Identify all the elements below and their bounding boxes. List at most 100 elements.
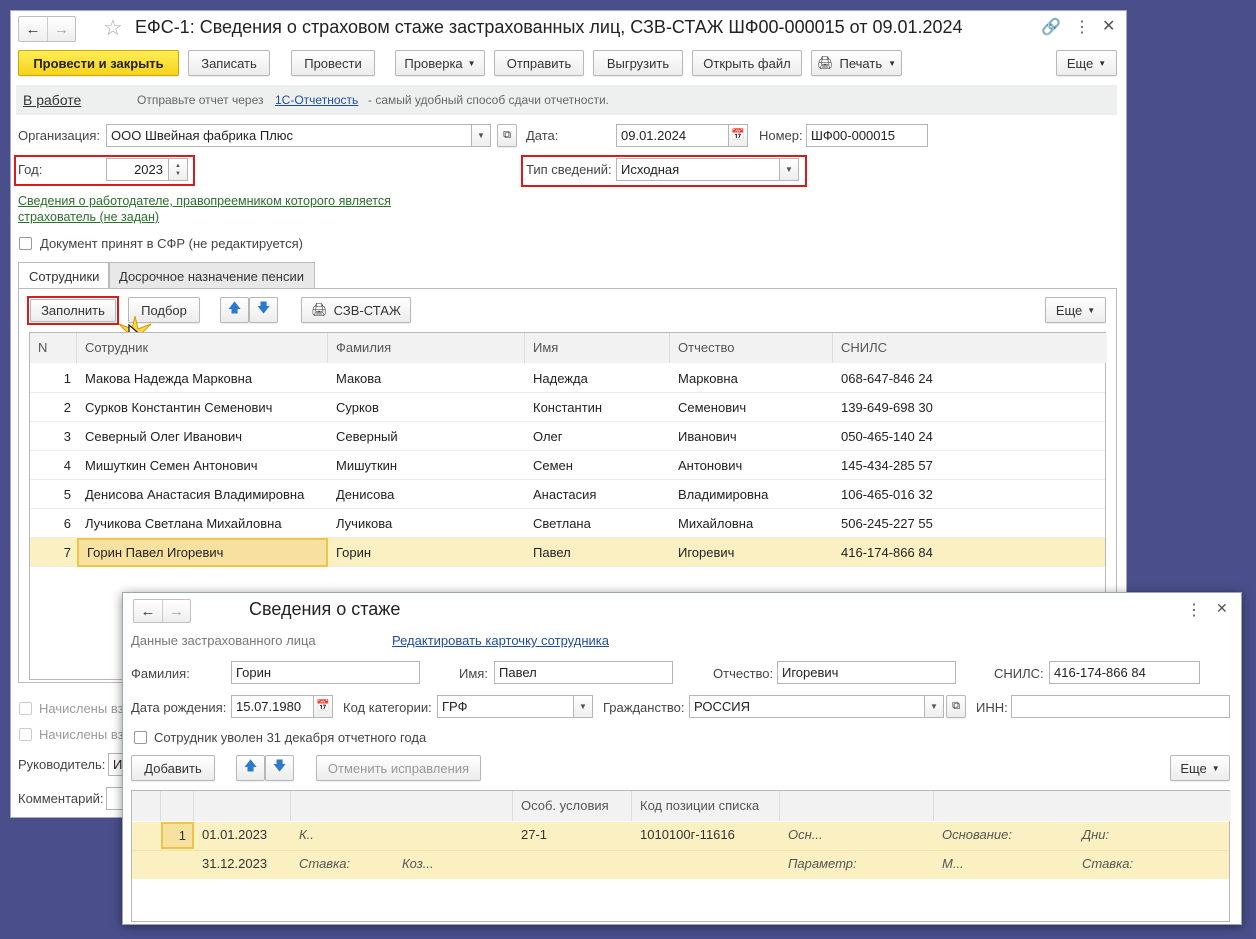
cancel-fixes-button[interactable]: Отменить исправления bbox=[316, 755, 481, 781]
dropdown-arrow-icon[interactable]: ▼ bbox=[924, 696, 943, 717]
org-field[interactable]: ООО Швейная фабрика Плюс ▼ bbox=[106, 124, 491, 147]
col-lastname[interactable]: Фамилия bbox=[328, 333, 525, 363]
row-n[interactable]: 5 bbox=[30, 480, 77, 509]
favorite-star-icon[interactable]: ☆ bbox=[103, 15, 123, 41]
row-firstname[interactable]: Константин bbox=[525, 393, 670, 422]
dropdown-arrow-icon[interactable]: ▼ bbox=[573, 696, 592, 717]
period-row-num[interactable]: 1 bbox=[161, 822, 194, 849]
dialog-more-button[interactable]: Еще ▼ bbox=[1170, 755, 1230, 781]
table-row[interactable]: 5 Денисова Анастасия Владимировна Денисова… bbox=[30, 480, 1105, 509]
close-icon[interactable]: ✕ bbox=[1216, 600, 1228, 617]
row-n[interactable]: 4 bbox=[30, 451, 77, 480]
open-org-icon[interactable]: ⧉ bbox=[497, 124, 517, 147]
more-button[interactable]: Еще ▼ bbox=[1056, 50, 1117, 76]
row-snils[interactable]: 050-465-140 24 bbox=[833, 422, 1107, 451]
row-n[interactable]: 2 bbox=[30, 393, 77, 422]
col-extra[interactable] bbox=[934, 791, 1231, 821]
date-field[interactable]: 09.01.2024 📅 bbox=[616, 124, 748, 147]
snils-field[interactable]: 416-174-866 84 bbox=[1049, 661, 1200, 684]
row-middlename[interactable]: Антонович bbox=[670, 451, 833, 480]
table-row[interactable]: 3 Северный Олег Иванович Северный Олег Ивано… bbox=[30, 422, 1105, 451]
row-lastname[interactable]: Мишуткин bbox=[328, 451, 525, 480]
fill-button[interactable]: Заполнить bbox=[30, 299, 116, 322]
row-snils[interactable]: 145-434-285 57 bbox=[833, 451, 1107, 480]
col-employee[interactable]: Сотрудник bbox=[77, 333, 328, 363]
calendar-icon[interactable]: 📅 bbox=[728, 125, 747, 146]
row-middlename[interactable]: Владимировна bbox=[670, 480, 833, 509]
category-select[interactable]: ГРФ ▼ bbox=[437, 695, 593, 718]
birthdate-field[interactable]: 15.07.1980 📅 bbox=[231, 695, 333, 718]
accepted-checkbox[interactable] bbox=[19, 237, 32, 250]
row-firstname[interactable]: Олег bbox=[525, 422, 670, 451]
territory-code[interactable]: К.. bbox=[299, 827, 314, 842]
tab-employees[interactable]: Сотрудники bbox=[18, 262, 109, 289]
row-middlename[interactable]: Семенович bbox=[670, 393, 833, 422]
col-position-code[interactable]: Код позиции списка bbox=[632, 791, 780, 821]
check-button[interactable]: Проверка ▼ bbox=[395, 50, 485, 76]
row-lastname[interactable]: Северный bbox=[328, 422, 525, 451]
tab-early-pension[interactable]: Досрочное назначение пенсии bbox=[109, 262, 315, 289]
firstname-field[interactable]: Павел bbox=[494, 661, 673, 684]
col-middlename[interactable]: Отчество bbox=[670, 333, 833, 363]
period-end[interactable]: 31.12.2023 bbox=[202, 856, 267, 871]
row-middlename[interactable]: Михайловна bbox=[670, 509, 833, 538]
row-n[interactable]: 3 bbox=[30, 422, 77, 451]
forward-icon[interactable]: → bbox=[162, 600, 190, 622]
row-snils[interactable]: 416-174-866 84 bbox=[833, 538, 1107, 567]
row-snils[interactable]: 506-245-227 55 bbox=[833, 509, 1107, 538]
col-conditions[interactable]: Особ. условия bbox=[513, 791, 632, 821]
col-marker[interactable] bbox=[132, 791, 161, 821]
row-middlename[interactable]: Марковна bbox=[670, 364, 833, 393]
move-down-icon[interactable]: 🡇 bbox=[249, 297, 278, 323]
row-n[interactable]: 6 bbox=[30, 509, 77, 538]
accrued-checkbox-2[interactable] bbox=[19, 728, 32, 741]
dropdown-arrow-icon[interactable]: ▼ bbox=[471, 125, 490, 146]
col-territory[interactable] bbox=[291, 791, 513, 821]
move-up-icon[interactable]: 🡅 bbox=[220, 297, 249, 323]
stepper-up-icon[interactable]: ▲ bbox=[175, 162, 181, 170]
send-button[interactable]: Отправить bbox=[494, 50, 584, 76]
post-and-close-button[interactable]: Провести и закрыть bbox=[18, 50, 179, 76]
move-down-icon[interactable]: 🡇 bbox=[265, 755, 294, 781]
row-firstname[interactable]: Надежда bbox=[525, 364, 670, 393]
row-employee[interactable]: Северный Олег Иванович bbox=[77, 422, 328, 451]
conditions-value[interactable]: 27-1 bbox=[521, 827, 547, 842]
fired-checkbox[interactable] bbox=[134, 731, 147, 744]
year-stepper[interactable]: ▲ ▼ bbox=[168, 159, 187, 180]
row-middlename[interactable]: Игоревич bbox=[670, 538, 833, 567]
row-snils[interactable]: 068-647-846 24 bbox=[833, 364, 1107, 393]
basis-short[interactable]: Осн... bbox=[788, 827, 823, 842]
period-start[interactable]: 01.01.2023 bbox=[202, 827, 267, 842]
row-employee[interactable]: Макова Надежда Марковна bbox=[77, 364, 328, 393]
open-file-button[interactable]: Открыть файл bbox=[692, 50, 802, 76]
year-field[interactable]: 2023 ▲ ▼ bbox=[106, 158, 188, 181]
upload-button[interactable]: Выгрузить bbox=[593, 50, 683, 76]
szv-print-button[interactable]: 🖨 СЗВ-СТАЖ bbox=[301, 297, 411, 323]
row-snils[interactable]: 139-649-698 30 bbox=[833, 393, 1107, 422]
citizenship-select[interactable]: РОССИЯ ▼ bbox=[689, 695, 944, 718]
row-firstname[interactable]: Семен bbox=[525, 451, 670, 480]
table-row[interactable]: 4 Мишуткин Семен Антонович Мишуткин Семен Ан… bbox=[30, 451, 1105, 480]
row-employee[interactable]: Лучикова Светлана Михайловна bbox=[77, 509, 328, 538]
calendar-icon[interactable]: 📅 bbox=[313, 696, 332, 717]
open-citizenship-icon[interactable]: ⧉ bbox=[946, 695, 966, 718]
status-state-link[interactable]: В работе bbox=[23, 92, 81, 108]
more-vert-icon[interactable]: ⋮ bbox=[1074, 17, 1090, 37]
employer-link-line2[interactable]: страхователь (не задан) bbox=[18, 210, 159, 224]
period-row[interactable]: 1 01.01.2023 31.12.2023 К.. Ставка: Коз.… bbox=[132, 822, 1229, 879]
position-code-value[interactable]: 1010100г-11616 bbox=[640, 827, 735, 842]
row-lastname[interactable]: Денисова bbox=[328, 480, 525, 509]
row-employee[interactable]: Мишуткин Семен Антонович bbox=[77, 451, 328, 480]
col-snils[interactable]: СНИЛС bbox=[833, 333, 1107, 363]
table-more-button[interactable]: Еще ▼ bbox=[1045, 297, 1106, 323]
stepper-down-icon[interactable]: ▼ bbox=[175, 170, 181, 178]
row-middlename[interactable]: Иванович bbox=[670, 422, 833, 451]
reporting-link[interactable]: 1С-Отчетность bbox=[275, 93, 358, 107]
table-row[interactable]: 6 Лучикова Светлана Михайловна Лучикова Све… bbox=[30, 509, 1105, 538]
col-num[interactable] bbox=[161, 791, 194, 821]
col-n[interactable]: N bbox=[30, 333, 77, 363]
table-row[interactable]: 7 Горин Павел Игоревич Горин Павел Игоревич 4… bbox=[30, 538, 1105, 567]
row-lastname[interactable]: Лучикова bbox=[328, 509, 525, 538]
row-firstname[interactable]: Анастасия bbox=[525, 480, 670, 509]
back-icon[interactable]: ← bbox=[19, 17, 47, 41]
